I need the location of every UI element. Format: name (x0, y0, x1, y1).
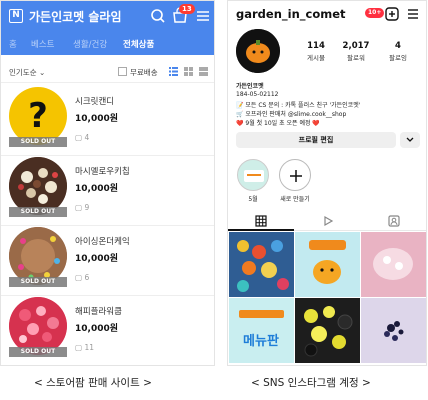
post-thumbnail[interactable] (295, 298, 360, 363)
post-thumbnail[interactable] (295, 232, 360, 297)
product-price: 10,000원 (75, 254, 119, 264)
comment-icon: ▢ (75, 343, 83, 352)
slime-photo (295, 298, 360, 363)
menu-poster: 메뉴판 (229, 298, 294, 363)
filter-bar: 인기도순 ⌄ 무료배송 (1, 61, 214, 83)
tab-living-health[interactable]: 생활/건강 (73, 38, 107, 50)
tagged-icon[interactable] (388, 215, 400, 227)
sold-out-badge: SOLD OUT (9, 347, 67, 357)
store-header: N 가든인코멧 슬라임 13 (1, 1, 214, 33)
product-price: 10,000원 (75, 184, 119, 194)
image-view-icon[interactable] (199, 67, 208, 76)
followers-stat[interactable]: 2,017 팔로워 (336, 41, 376, 62)
category-tabs: 홈 베스트 생활/건강 전체상품 (1, 33, 214, 55)
post-thumbnail[interactable] (361, 232, 426, 297)
pumpkin-logo-icon (236, 29, 280, 73)
store-screen: N 가든인코멧 슬라임 13 홈 베스트 생활/건강 전체상품 인기도순 ⌄ 무… (0, 0, 215, 366)
tab-all-products[interactable]: 전체상품 (123, 38, 154, 50)
product-item[interactable]: SOLD OUT 해피플라워쿱 10,000원 ▢ 11 (1, 297, 214, 365)
edit-profile-button[interactable]: 프로필 편집 (236, 132, 396, 148)
avatar[interactable] (236, 29, 280, 73)
product-name[interactable]: 시크릿캔디 (75, 95, 114, 107)
sold-out-badge: SOLD OUT (9, 277, 67, 287)
list-view-icon[interactable] (169, 67, 178, 76)
comment-icon: ▢ (75, 203, 83, 212)
product-price: 10,000원 (75, 324, 119, 334)
menu-icon[interactable] (406, 7, 420, 21)
slime-photo (361, 232, 426, 297)
search-icon[interactable] (149, 7, 167, 25)
store-caption: < 스토어팜 판매 사이트 > (34, 377, 152, 389)
product-name[interactable]: 해피플라워쿱 (75, 305, 122, 317)
divider (1, 155, 214, 156)
grid-icon[interactable] (255, 215, 267, 227)
highlight-cover (279, 159, 311, 191)
following-stat[interactable]: 4 팔로잉 (378, 41, 418, 62)
bio-line: ❤️ 9월 첫 10일 초 오픈 예정 ❤️ (236, 120, 320, 127)
free-shipping-checkbox[interactable] (118, 67, 127, 76)
character-illustration (295, 232, 360, 297)
bio-name: 가든인코멧 (236, 83, 264, 90)
sort-dropdown[interactable]: 인기도순 ⌄ (9, 67, 45, 78)
ig-username[interactable]: garden_in_comet (236, 7, 346, 21)
svg-text:?: ? (28, 96, 48, 136)
bio-line: 184-05-02112 (236, 91, 279, 98)
sold-out-badge: SOLD OUT (9, 137, 67, 147)
menu-icon[interactable] (194, 7, 212, 25)
highlight-item[interactable]: 5월 (234, 159, 272, 203)
sold-out-badge: SOLD OUT (9, 207, 67, 217)
comment-count: ▢ 11 (75, 343, 95, 352)
product-name[interactable]: 아이싱온더케익 (75, 235, 130, 247)
slime-photo (361, 298, 426, 363)
product-name[interactable]: 마시멜로우키칩 (75, 165, 130, 177)
instagram-caption: < SNS 인스타그램 계정 > (251, 377, 371, 389)
product-item[interactable]: SOLD OUT 마시멜로우키칩 10,000원 ▢ 9 (1, 157, 214, 227)
product-item[interactable]: ? SOLD OUT 시크릿캔디 10,000원 ▢ 4 (1, 87, 214, 157)
reels-icon[interactable] (322, 215, 334, 227)
highlight-cover (237, 159, 269, 191)
chevron-down-icon (406, 137, 414, 142)
notification-badge: 10+ (365, 8, 385, 18)
profile-tabs (228, 211, 426, 231)
menu-cover-image (244, 170, 264, 182)
comment-count: ▢ 4 (75, 133, 90, 142)
product-item[interactable]: SOLD OUT 아이싱온더케익 10,000원 ▢ 6 (1, 227, 214, 297)
post-thumbnail[interactable] (361, 298, 426, 363)
bio-line: 🛒 오프라인 판매처 @slime.cook__shop (236, 111, 347, 118)
comment-count: ▢ 6 (75, 273, 90, 282)
instagram-screen: garden_in_comet 10+ 114 게시물 2,017 팔로워 4 … (227, 0, 427, 366)
comment-icon: ▢ (75, 273, 83, 282)
plus-icon (290, 170, 302, 182)
suggestions-button[interactable] (400, 132, 420, 148)
comment-icon: ▢ (75, 133, 83, 142)
divider (1, 225, 214, 226)
divider (1, 295, 214, 296)
post-thumbnail[interactable]: 메뉴판 (229, 298, 294, 363)
cart-count-badge: 13 (179, 4, 195, 14)
add-post-icon[interactable] (385, 7, 399, 21)
post-thumbnail[interactable] (229, 232, 294, 297)
slime-photo (229, 232, 294, 297)
bio-line: 📝 모든 CS 문의 : 카톡 플러스 친구 '가든인코멧' (236, 102, 361, 109)
posts-stat[interactable]: 114 게시물 (296, 41, 336, 62)
new-highlight-item[interactable]: 새로 만들기 (276, 159, 314, 203)
menu-poster-text: 메뉴판 (243, 333, 279, 349)
active-tab-indicator (228, 229, 294, 231)
naver-logo[interactable]: N (9, 9, 23, 23)
tab-best[interactable]: 베스트 (31, 38, 54, 50)
store-title[interactable]: 가든인코멧 슬라임 (29, 8, 122, 25)
tab-home[interactable]: 홈 (9, 38, 17, 50)
comment-count: ▢ 9 (75, 203, 90, 212)
product-price: 10,000원 (75, 114, 119, 124)
grid-view-icon[interactable] (184, 67, 193, 76)
free-shipping-label: 무료배송 (130, 68, 158, 77)
